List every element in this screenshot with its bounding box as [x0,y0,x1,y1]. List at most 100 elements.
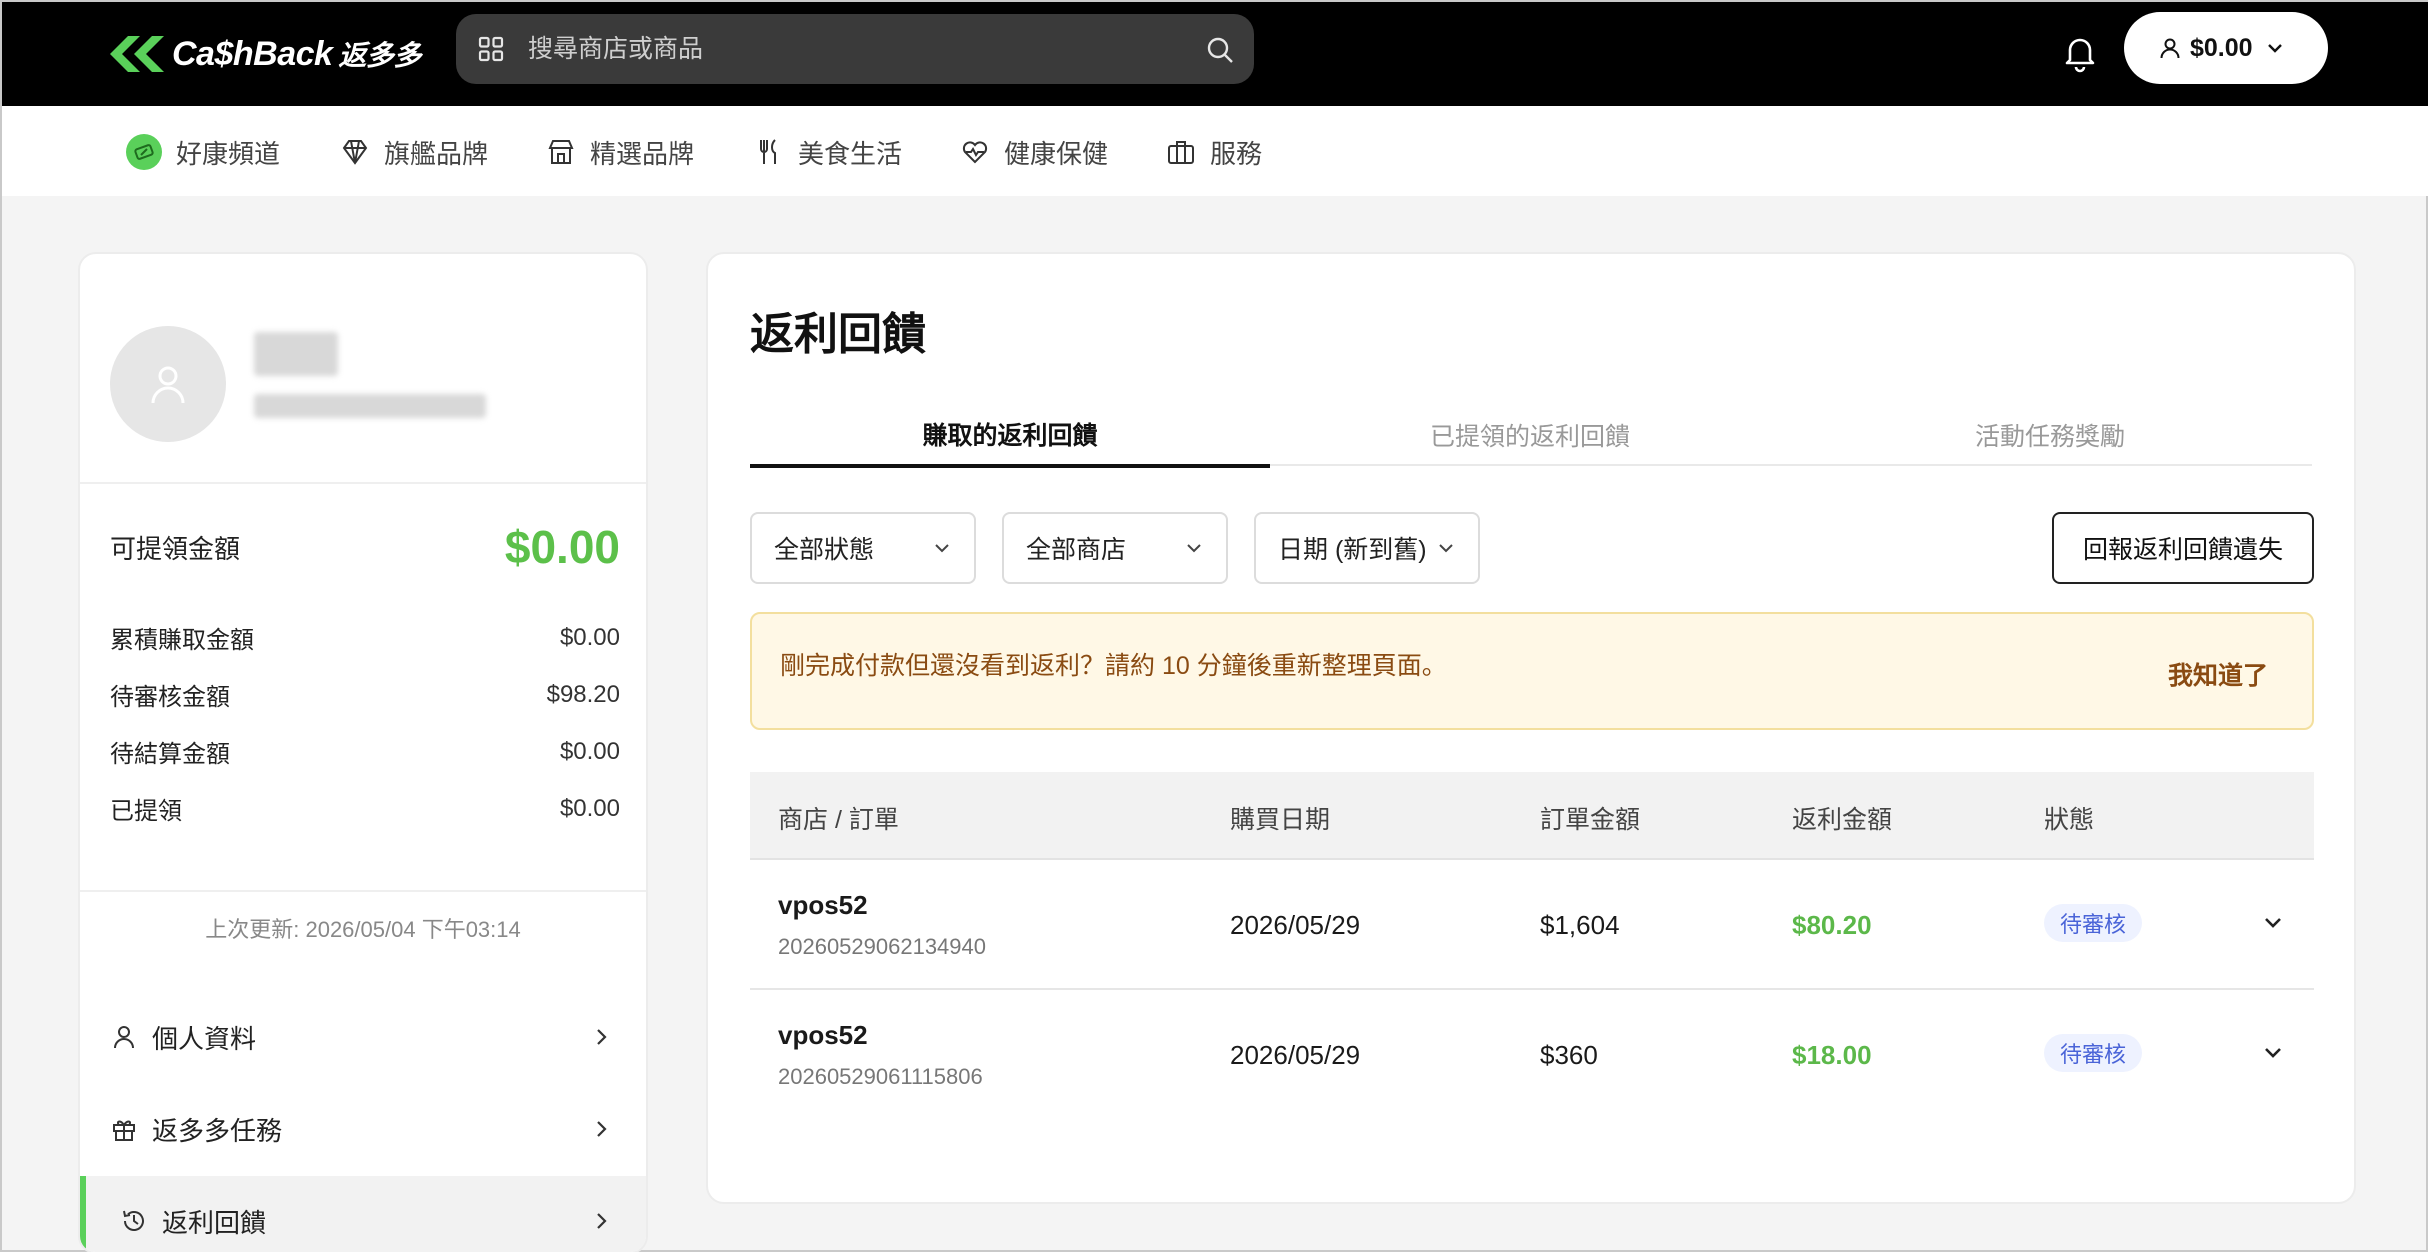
column-header: 狀態 [2044,806,2095,834]
store-filter-value: 全部商店 [1026,536,1127,564]
status-badge: 待審核 [2044,904,2143,942]
category-label: 旗艦品牌 [384,138,489,169]
column-header: 商店 / 訂單 [778,806,899,834]
last-updated: 上次更新: 2026/05/04 下午03:14 [205,917,521,942]
stat-value: $98.20 [546,680,620,708]
sidebar-item-tasks[interactable]: 返多多任務 [80,1084,646,1174]
store-name: vpos52 [778,890,868,920]
column-header: 返利金額 [1792,806,1893,834]
category-label: 精選品牌 [590,138,695,169]
date-sort[interactable]: 日期 (新到舊) [1254,512,1480,584]
order-amount: $1,604 [1540,910,1620,940]
status-filter[interactable]: 全部狀態 [750,512,976,584]
coupon-icon [126,134,162,170]
stat-row: 已提領 $0.00 [110,791,620,826]
chevron-right-icon [597,1029,607,1045]
chevron-down-icon [2267,44,2282,53]
stat-row: 待審核金額 $98.20 [110,677,620,712]
search-input[interactable] [528,14,1168,84]
grid-icon[interactable] [478,36,504,62]
avatar [110,326,226,442]
column-header: 購買日期 [1230,806,1331,834]
wallet-amount: $0.00 [2190,33,2253,62]
available-label: 可提領金額 [110,533,241,564]
purchase-date: 2026/05/29 [1230,910,1361,940]
category-label: 服務 [1210,138,1263,169]
sidebar-item-label: 個人資料 [152,1023,257,1054]
stat-label: 已提領 [110,798,182,825]
category-label: 好康頻道 [176,138,281,169]
wallet-button[interactable]: $0.00 [2124,12,2328,84]
table-row[interactable]: vpos52 20260529062134940 2026/05/29 $1,6… [750,860,2314,990]
category-health[interactable]: 健康保健 [960,132,1108,172]
category-food[interactable]: 美食生活 [754,132,902,172]
category-nav: 好康頻道 旗艦品牌 精選品牌 美食生活 健康保健 服務 [2,106,2428,196]
available-balance-row: 可提領金額 $0.00 [110,520,620,574]
chevron-down-icon[interactable] [2260,910,2286,936]
sidebar-item-label: 返利回饋 [162,1207,267,1238]
chevron-down-icon[interactable] [2260,1040,2286,1066]
stat-label: 待審核金額 [110,684,230,711]
bell-icon[interactable] [2058,30,2102,74]
stat-value: $0.00 [559,623,620,651]
sidebar-item-profile[interactable]: 個人資料 [80,992,646,1082]
briefcase-icon [1168,141,1194,164]
logo-chevrons-icon [110,36,164,72]
chevron-down-icon [1439,544,1453,553]
category-label: 健康保健 [1004,138,1109,169]
table-header: 商店 / 訂單 購買日期 訂單金額 返利金額 狀態 [750,772,2314,860]
stat-label: 待結算金額 [110,741,230,768]
date-sort-value: 日期 (新到舊) [1278,536,1427,564]
page-title: 返利回饋 [750,310,926,359]
cashback-amount: $18.00 [1792,1040,1872,1070]
category-featured[interactable]: 精選品牌 [546,132,694,172]
cashback-table: 商店 / 訂單 購買日期 訂單金額 返利金額 狀態 vpos52 2026052… [750,772,2314,1120]
stat-row: 待結算金額 $0.00 [110,734,620,769]
stat-label: 累積賺取金額 [110,627,254,654]
heart-pulse-icon [962,141,988,164]
store-name: vpos52 [778,1020,868,1050]
category-flagship[interactable]: 旗艦品牌 [340,132,488,172]
diamond-icon [342,140,368,165]
logo-cjk: 返多多 [338,40,421,71]
user-icon [151,366,185,404]
logo[interactable]: Ca$hBack 返多多 [106,28,421,80]
cashback-panel: 返利回饋 賺取的返利回饋 已提領的返利回饋 活動任務獎勵 全部狀態 全部商店 日… [706,252,2356,1204]
order-number: 20260529061115806 [778,1064,983,1089]
tab-earned[interactable]: 賺取的返利回饋 [750,404,1270,468]
history-icon [123,1210,144,1231]
store-filter[interactable]: 全部商店 [1002,512,1228,584]
notice-message: 剛完成付款但還沒看到返利？請約 10 分鐘後重新整理頁面。 [780,652,1447,680]
sidebar-item-label: 返多多任務 [152,1115,283,1146]
table-row[interactable]: vpos52 20260529061115806 2026/05/29 $360… [750,990,2314,1120]
blurred-email [254,394,486,418]
order-number: 20260529062134940 [778,934,987,959]
stat-row: 累積賺取金額 $0.00 [110,620,620,655]
tab-bar: 賺取的返利回饋 已提領的返利回饋 活動任務獎勵 [750,404,2312,468]
available-value: $0.00 [504,521,620,573]
tab-withdrawn[interactable]: 已提領的返利回饋 [1270,404,1790,466]
chevron-right-icon [597,1213,607,1229]
search-icon[interactable] [1206,36,1234,64]
stat-value: $0.00 [559,737,620,765]
status-filter-value: 全部狀態 [774,536,875,564]
top-bar: Ca$hBack返多多 $0.00 [2,2,2428,106]
report-missing-button[interactable]: 回報返利回饋遺失 [2052,512,2314,584]
category-label: 美食生活 [798,138,903,169]
sidebar-item-cashback[interactable]: 返利回饋 [80,1176,646,1252]
notice-banner: 剛完成付款但還沒看到返利？請約 10 分鐘後重新整理頁面。 我知道了 [750,612,2314,730]
chevron-right-icon [597,1121,607,1137]
chevron-down-icon [1187,544,1201,553]
divider [80,482,646,484]
logo-wordmark: Ca$hBack [172,35,333,73]
category-services[interactable]: 服務 [1166,132,1262,172]
fork-knife-icon [760,139,776,164]
chevron-down-icon [935,544,949,553]
blurred-username [254,332,338,376]
account-sidebar: 可提領金額 $0.00 累積賺取金額 $0.00 待審核金額 $98.20 待結… [78,252,648,1252]
order-amount: $360 [1540,1040,1598,1070]
search-bar [456,14,1254,84]
tab-activity-rewards[interactable]: 活動任務獎勵 [1790,404,2310,466]
category-deals[interactable]: 好康頻道 [126,132,280,172]
dismiss-notice-button[interactable]: 我知道了 [2168,656,2268,692]
